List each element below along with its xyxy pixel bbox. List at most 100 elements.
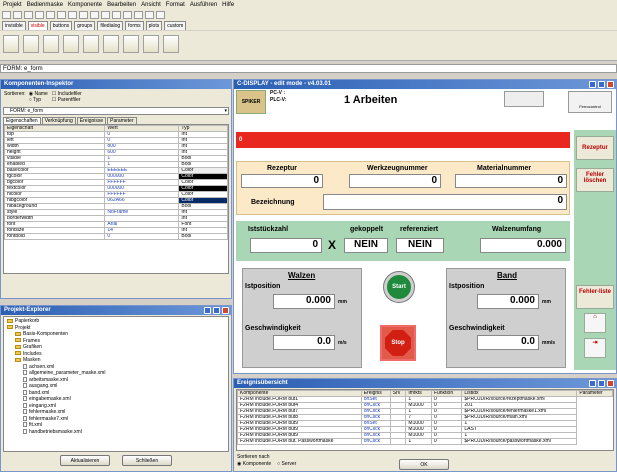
tab-visible[interactable]: visible	[27, 21, 48, 30]
table-cell: F2RM include.FORM but. Passwortmaske	[237, 438, 362, 445]
material-label: Materialnummer	[477, 165, 532, 172]
table-row[interactable]: fontbold 0 Bool	[4, 233, 228, 240]
material-value[interactable]: 0	[455, 174, 567, 188]
copy-icon[interactable]	[46, 10, 55, 19]
tree-item[interactable]: handbetriebsmaske.xml	[7, 429, 225, 436]
close-icon[interactable]	[222, 307, 229, 314]
maximize-icon[interactable]	[598, 380, 605, 387]
menu-item[interactable]: Hilfe	[222, 2, 234, 8]
home-icon[interactable]: ⌂	[584, 313, 606, 333]
sort-type-radio[interactable]: ○ Typ	[29, 97, 48, 103]
refresh-button[interactable]: Aktualisieren	[60, 455, 110, 466]
file-icon	[23, 389, 27, 395]
grid-icon[interactable]	[145, 10, 154, 19]
tab-invisible[interactable]: invisible	[2, 21, 26, 30]
start-button[interactable]: Start	[384, 272, 414, 302]
editor-title: C-DISPLAY - edit mode - v4.03.01	[234, 80, 616, 89]
tree-item-label: arbeitsmaske.xml	[29, 376, 68, 383]
minimize-icon[interactable]	[589, 81, 596, 88]
werkzeug-value[interactable]: 0	[349, 174, 441, 188]
parentfiler-checkbox[interactable]: ☐ Parentfiler	[52, 97, 82, 103]
alarm-value: 0	[239, 137, 243, 143]
inspector-tab[interactable]: Verknüpfung	[41, 117, 76, 124]
zoom-icon[interactable]	[156, 10, 165, 19]
component-palette	[0, 31, 617, 61]
inspector-tab[interactable]: Parameter	[107, 117, 137, 124]
minimize-icon[interactable]	[204, 307, 211, 314]
maximize-icon[interactable]	[598, 81, 605, 88]
menu-item[interactable]: Bedienmaske	[27, 2, 63, 8]
inspector-tab[interactable]: Ereignisse	[76, 117, 107, 124]
align-left-icon[interactable]	[101, 10, 110, 19]
tree-item-label: achsen.xml	[29, 363, 55, 370]
align-bottom-icon[interactable]	[134, 10, 143, 19]
exit-icon[interactable]: ⇥	[584, 338, 606, 358]
ok-button[interactable]: OK	[399, 459, 449, 470]
walzen-position-value: 0.000	[273, 294, 335, 309]
tab-custom[interactable]: custom	[164, 21, 187, 30]
bar-component-icon[interactable]	[143, 35, 159, 53]
walzen-title: Walzen	[288, 271, 316, 280]
image-component-icon[interactable]	[103, 35, 119, 53]
form-select[interactable]: FORM: e_form ▾	[3, 107, 229, 115]
tree-item-label: Basis-Komponenten	[23, 331, 69, 337]
button-component-icon[interactable]	[23, 35, 39, 53]
sort-server-radio[interactable]: ○ Server	[277, 461, 296, 467]
stop-label: Stop	[385, 330, 411, 356]
tab-filedialog[interactable]: filedialog	[97, 21, 124, 30]
sort-label: Sortieren:	[4, 91, 26, 97]
cut-icon[interactable]	[35, 10, 44, 19]
frame-component-icon[interactable]	[123, 35, 139, 53]
rezeptur-value[interactable]: 0	[241, 174, 323, 188]
menu-item[interactable]: Ausführen	[190, 2, 217, 8]
file-icon	[23, 376, 27, 382]
form-path: FORM: e_form	[0, 64, 617, 73]
menu-item[interactable]: Bearbeiten	[107, 2, 136, 8]
menu-item[interactable]: Format	[166, 2, 185, 8]
reset-count-button[interactable]: X	[328, 238, 336, 252]
redo-icon[interactable]	[79, 10, 88, 19]
sort-component-radio[interactable]: ◉ Komponente	[237, 461, 271, 467]
align-top-icon[interactable]	[123, 10, 132, 19]
led-component-icon[interactable]	[83, 35, 99, 53]
tab-forms[interactable]: forms	[125, 21, 144, 30]
menu-item[interactable]: Komponente	[68, 2, 102, 8]
rezeptur-button[interactable]: Rezeptur	[576, 136, 614, 160]
open-icon[interactable]	[13, 10, 22, 19]
folder-icon	[7, 325, 13, 330]
walzen-istposition-label: Istposition	[245, 283, 281, 290]
undo-icon[interactable]	[68, 10, 77, 19]
menu-item[interactable]: Ansicht	[141, 2, 161, 8]
inspector-tab[interactable]: Eigenschaften	[3, 117, 41, 124]
file-icon	[23, 415, 27, 421]
menu-item[interactable]: Projekt	[3, 2, 22, 8]
close-button[interactable]: Schließen	[122, 455, 172, 466]
maximize-icon[interactable]	[213, 307, 220, 314]
tree-item-label: fit.xml	[29, 422, 43, 428]
fehler-loeschen-button[interactable]: Fehler löschen	[576, 168, 614, 192]
stop-button[interactable]: Stop	[380, 325, 416, 361]
walzenumfang-value[interactable]: 0.000	[480, 238, 566, 253]
events-panel: Ereignisübersicht Komponente Ereignis Srv I…	[233, 378, 617, 472]
save-icon[interactable]	[24, 10, 33, 19]
edit-component-icon[interactable]	[43, 35, 59, 53]
label-component-icon[interactable]	[3, 35, 19, 53]
bezeichnung-value[interactable]: 0	[323, 194, 567, 210]
folder-icon	[15, 331, 21, 336]
checkbox-component-icon[interactable]	[63, 35, 79, 53]
tab-buttons[interactable]: buttons	[49, 21, 73, 30]
close-icon[interactable]	[607, 380, 614, 387]
table-row[interactable]: F2RM include.FORM but. Passwortmaske onCl…	[237, 438, 613, 445]
tab-plots[interactable]: plots	[145, 21, 163, 30]
valve-component-icon[interactable]	[163, 35, 179, 53]
run-icon[interactable]	[90, 10, 99, 19]
fehlerliste-button[interactable]: Fehler-liste	[576, 285, 614, 309]
new-icon[interactable]	[2, 10, 11, 19]
close-icon[interactable]	[607, 81, 614, 88]
minimize-icon[interactable]	[589, 380, 596, 387]
folder-icon	[15, 357, 21, 362]
tab-groups[interactable]: groups	[74, 21, 96, 30]
align-right-icon[interactable]	[112, 10, 121, 19]
tree-item-label: ausgang.xml	[29, 383, 58, 389]
paste-icon[interactable]	[57, 10, 66, 19]
